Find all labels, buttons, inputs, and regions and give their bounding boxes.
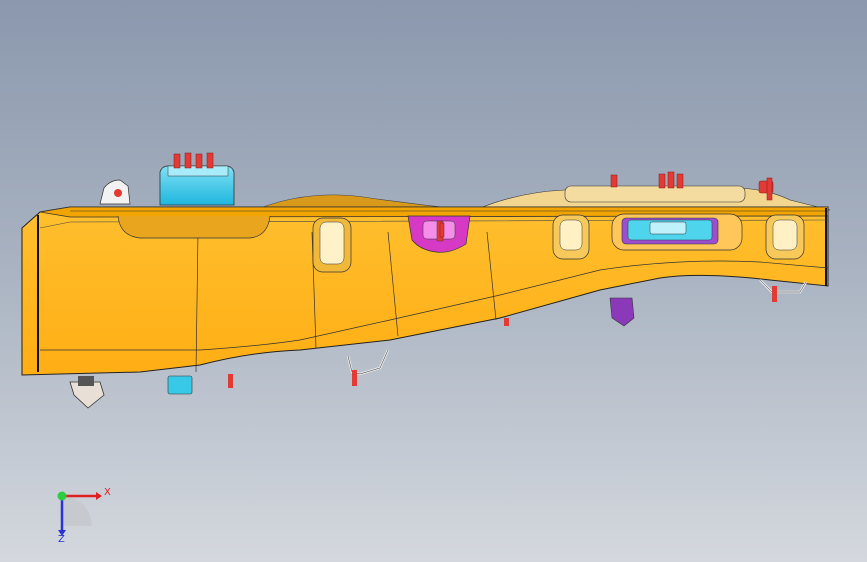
cad-viewport[interactable]: X Z [0,0,867,562]
clip-purple [609,297,635,327]
x-axis-label: X [104,487,111,498]
part-model[interactable] [0,0,867,562]
triad-backdrop [62,496,92,526]
x-axis-arrow [96,492,102,500]
y-axis-dot [57,491,67,501]
coordinate-triad: X Z [40,478,120,548]
raised-pad [564,185,746,203]
bottom-clip-cyan [167,375,193,395]
z-axis-label: Z [58,534,65,545]
pocket-1 [117,215,271,239]
